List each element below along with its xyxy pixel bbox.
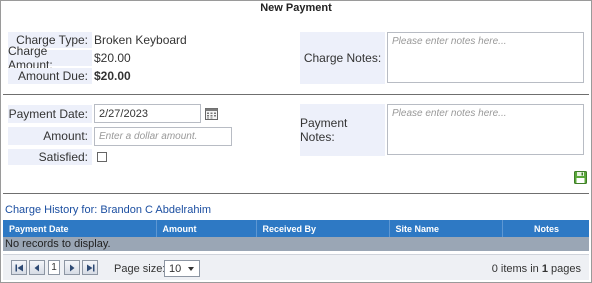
charge-history-table: Payment Date Amount Received By Site Nam… bbox=[3, 220, 589, 251]
dialog-title: New Payment bbox=[260, 2, 332, 14]
charge-amount-value: $20.00 bbox=[94, 51, 131, 65]
save-icon[interactable] bbox=[574, 171, 587, 184]
last-page-button[interactable] bbox=[82, 260, 98, 275]
column-header-amount[interactable]: Amount bbox=[156, 220, 257, 237]
calendar-icon[interactable] bbox=[205, 108, 218, 120]
column-header-received-by[interactable]: Received By bbox=[256, 220, 390, 237]
payment-date-input[interactable]: 2/27/2023 bbox=[94, 104, 201, 123]
last-page-icon bbox=[86, 264, 94, 271]
amount-due-value: $20.00 bbox=[94, 69, 131, 83]
next-page-icon bbox=[70, 264, 75, 271]
charge-type-value: Broken Keyboard bbox=[94, 33, 187, 47]
current-page-number[interactable]: 1 bbox=[48, 260, 60, 275]
amount-due-label: Amount Due: bbox=[8, 68, 92, 84]
payment-amount-input[interactable]: Enter a dollar amount. bbox=[94, 127, 232, 146]
first-page-icon bbox=[15, 264, 23, 271]
payment-notes-textarea[interactable]: Please enter notes here... bbox=[387, 104, 584, 155]
satisfied-checkbox[interactable] bbox=[97, 152, 107, 162]
history-divider bbox=[3, 193, 589, 194]
charge-notes-textarea[interactable]: Please enter notes here... bbox=[387, 32, 584, 83]
charge-history-title: Charge History for: Brandon C Abdelrahim bbox=[5, 204, 212, 216]
column-header-payment-date[interactable]: Payment Date bbox=[3, 220, 157, 237]
charge-amount-label: Charge Amount: bbox=[8, 44, 92, 72]
empty-records-message: No records to display. bbox=[3, 237, 589, 251]
charge-notes-label: Charge Notes: bbox=[300, 32, 385, 84]
page-size-label: Page size: bbox=[114, 263, 166, 275]
page-size-select[interactable]: 10 bbox=[164, 260, 200, 277]
previous-page-icon bbox=[34, 264, 39, 271]
payment-amount-label: Amount: bbox=[8, 127, 92, 145]
column-header-site-name[interactable]: Site Name bbox=[389, 220, 503, 237]
payment-notes-label: Payment Notes: bbox=[300, 104, 385, 156]
section-divider bbox=[3, 94, 589, 95]
new-payment-dialog: New Payment Charge Type: Broken Keyboard… bbox=[0, 0, 592, 283]
chevron-down-icon bbox=[188, 267, 194, 271]
satisfied-label: Satisfied: bbox=[8, 149, 92, 165]
pager-summary: 0 items in 1 pages bbox=[492, 263, 581, 275]
grid-pager: 1 Page size: 10 0 items in 1 pages bbox=[3, 254, 589, 280]
next-page-button[interactable] bbox=[64, 260, 80, 275]
previous-page-button[interactable] bbox=[29, 260, 45, 275]
page-size-value: 10 bbox=[169, 262, 182, 275]
items-text: items in bbox=[497, 263, 542, 275]
payment-date-label: Payment Date: bbox=[8, 105, 92, 123]
column-header-notes[interactable]: Notes bbox=[502, 220, 589, 237]
pages-text: pages bbox=[547, 263, 581, 275]
first-page-button[interactable] bbox=[11, 260, 27, 275]
